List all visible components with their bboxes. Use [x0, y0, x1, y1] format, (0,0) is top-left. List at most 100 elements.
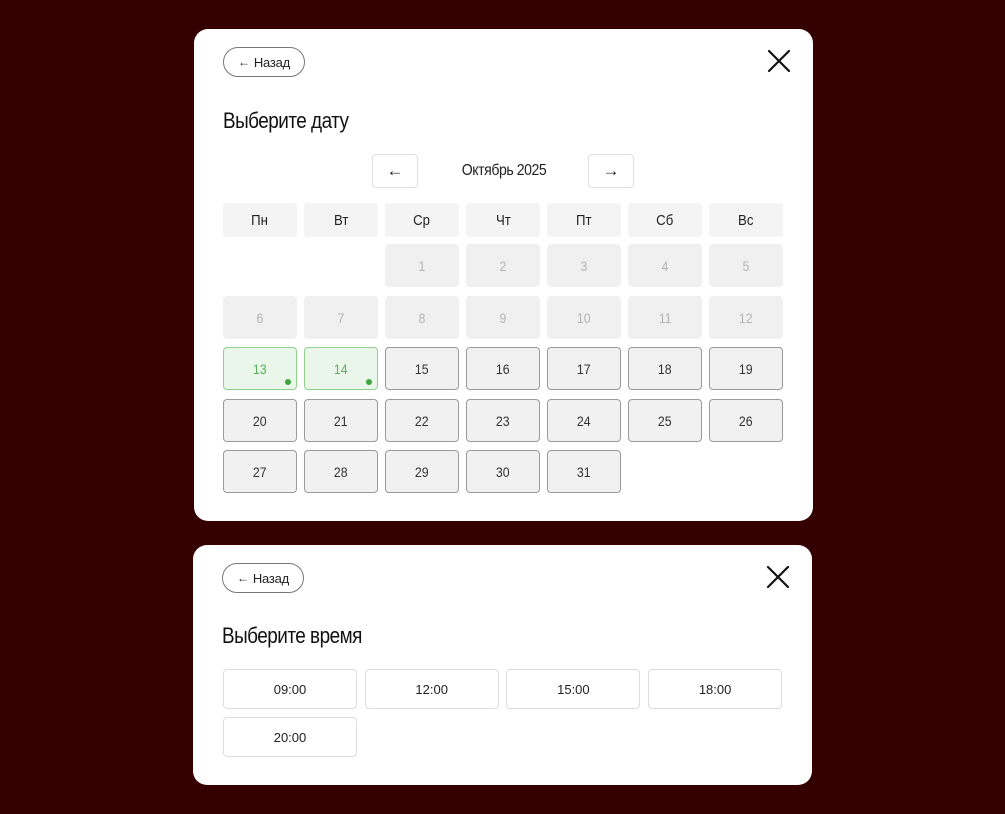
time-slot-button[interactable]: 18:00	[648, 669, 783, 709]
calendar-day-20[interactable]: 20	[223, 399, 297, 442]
calendar-day-19[interactable]: 19	[709, 347, 783, 390]
calendar-day-number: 4	[661, 257, 669, 274]
weekday-label: Чт	[466, 203, 540, 237]
calendar-day-number: 22	[415, 412, 429, 429]
calendar-day-number: 6	[256, 309, 264, 326]
calendar-day-27[interactable]: 27	[223, 450, 297, 493]
weekday-label-text: Сб	[656, 211, 674, 229]
weekday-label-text: Пн	[251, 211, 269, 229]
calendar-day-number: 29	[415, 463, 429, 480]
calendar-day-8: 8	[385, 296, 459, 339]
weekday-label-text: Вт	[333, 211, 349, 229]
weekday-label-text: Ср	[413, 211, 431, 229]
calendar-day-number: 23	[496, 412, 510, 429]
back-button[interactable]: ← Назад	[222, 563, 305, 593]
next-month-button[interactable]: →	[588, 154, 634, 188]
calendar-day-number: 21	[334, 412, 348, 429]
calendar-day-number: 27	[253, 463, 267, 480]
calendar-day-2: 2	[466, 244, 540, 287]
calendar-day-number: 18	[658, 360, 672, 377]
calendar-day-18[interactable]: 18	[628, 347, 702, 390]
calendar-day-11: 11	[628, 296, 702, 339]
calendar-day-number: 17	[577, 360, 591, 377]
calendar-day-number: 9	[499, 309, 507, 326]
back-button-label: Назад	[252, 570, 290, 586]
calendar-day-number: 5	[742, 257, 750, 274]
calendar-day-number: 7	[337, 309, 345, 326]
close-icon[interactable]	[765, 564, 791, 590]
calendar-day-number: 12	[739, 309, 753, 326]
calendar-day-9: 9	[466, 296, 540, 339]
calendar-day-number: 15	[415, 360, 429, 377]
calendar-day-26[interactable]: 26	[709, 399, 783, 442]
calendar-day-number: 2	[499, 257, 507, 274]
calendar-day-1: 1	[385, 244, 459, 287]
arrow-right-icon: →	[602, 161, 620, 180]
calendar-day-6: 6	[223, 296, 297, 339]
calendar-day-number: 3	[580, 257, 588, 274]
availability-dot-icon	[285, 379, 291, 385]
weekday-label: Пн	[223, 203, 297, 237]
calendar-day-24[interactable]: 24	[547, 399, 621, 442]
prev-month-button[interactable]: ←	[372, 154, 418, 188]
calendar-day-3: 3	[547, 244, 621, 287]
calendar-day-30[interactable]: 30	[466, 450, 540, 493]
weekday-label: Вт	[304, 203, 378, 237]
calendar-day-number: 8	[418, 309, 426, 326]
availability-dot-icon	[366, 379, 372, 385]
calendar-day-number: 19	[739, 360, 753, 377]
month-label: Октябрь 2025	[419, 154, 589, 188]
calendar-day-17[interactable]: 17	[547, 347, 621, 390]
time-slot-button[interactable]: 20:00	[223, 717, 357, 757]
calendar-day-7: 7	[304, 296, 378, 339]
calendar-day-4: 4	[628, 244, 702, 287]
calendar-day-number: 28	[334, 463, 348, 480]
calendar-day-21[interactable]: 21	[304, 399, 378, 442]
back-button-label: Назад	[253, 54, 291, 70]
weekday-label: Ср	[385, 203, 459, 237]
back-arrow-icon: ←	[237, 571, 249, 585]
calendar-day-number: 26	[739, 412, 753, 429]
calendar-day-29[interactable]: 29	[385, 450, 459, 493]
calendar-day-10: 10	[547, 296, 621, 339]
calendar-day-number: 30	[496, 463, 510, 480]
back-button[interactable]: ← Назад	[223, 47, 306, 77]
close-icon[interactable]	[766, 48, 792, 74]
weekday-label-text: Вс	[738, 211, 754, 229]
month-label-text: Октябрь 2025	[461, 162, 547, 179]
calendar-day-5: 5	[709, 244, 783, 287]
date-picker-modal: ← Назад Выберите дату ← Октябрь 2025 → П…	[194, 29, 813, 521]
calendar-day-number: 20	[253, 412, 267, 429]
calendar-day-number: 1	[418, 257, 426, 274]
calendar-day-number: 31	[577, 463, 591, 480]
calendar-day-22[interactable]: 22	[385, 399, 459, 442]
weekday-label: Сб	[628, 203, 702, 237]
time-slot-button[interactable]: 12:00	[364, 669, 499, 709]
arrow-left-icon: ←	[386, 161, 404, 180]
calendar-day-number: 16	[496, 360, 510, 377]
calendar-day-31[interactable]: 31	[547, 450, 621, 493]
calendar-day-28[interactable]: 28	[304, 450, 378, 493]
calendar-day-25[interactable]: 25	[628, 399, 702, 442]
calendar-day-16[interactable]: 16	[466, 347, 540, 390]
time-slot-button[interactable]: 09:00	[223, 669, 357, 709]
weekday-label-text: Пт	[576, 211, 592, 229]
app-frame: ← Назад Выберите дату ← Октябрь 2025 → П…	[0, 0, 1005, 814]
weekday-label: Вс	[709, 203, 783, 237]
calendar-day-14[interactable]: 14	[304, 347, 378, 390]
page-title: Выберите время	[222, 623, 362, 648]
calendar-day-number: 25	[658, 412, 672, 429]
calendar-day-number: 24	[577, 412, 591, 429]
calendar-day-number: 14	[334, 360, 348, 377]
page-title: Выберите дату	[223, 108, 349, 133]
calendar-day-number: 10	[577, 309, 591, 326]
calendar-day-13[interactable]: 13	[223, 347, 297, 390]
time-slot-button[interactable]: 15:00	[506, 669, 641, 709]
calendar-day-15[interactable]: 15	[385, 347, 459, 390]
weekday-label: Пт	[547, 203, 621, 237]
back-arrow-icon: ←	[238, 55, 250, 69]
weekday-label-text: Чт	[495, 211, 511, 229]
calendar-day-number: 13	[253, 360, 267, 377]
calendar-day-number: 11	[658, 309, 672, 326]
calendar-day-23[interactable]: 23	[466, 399, 540, 442]
